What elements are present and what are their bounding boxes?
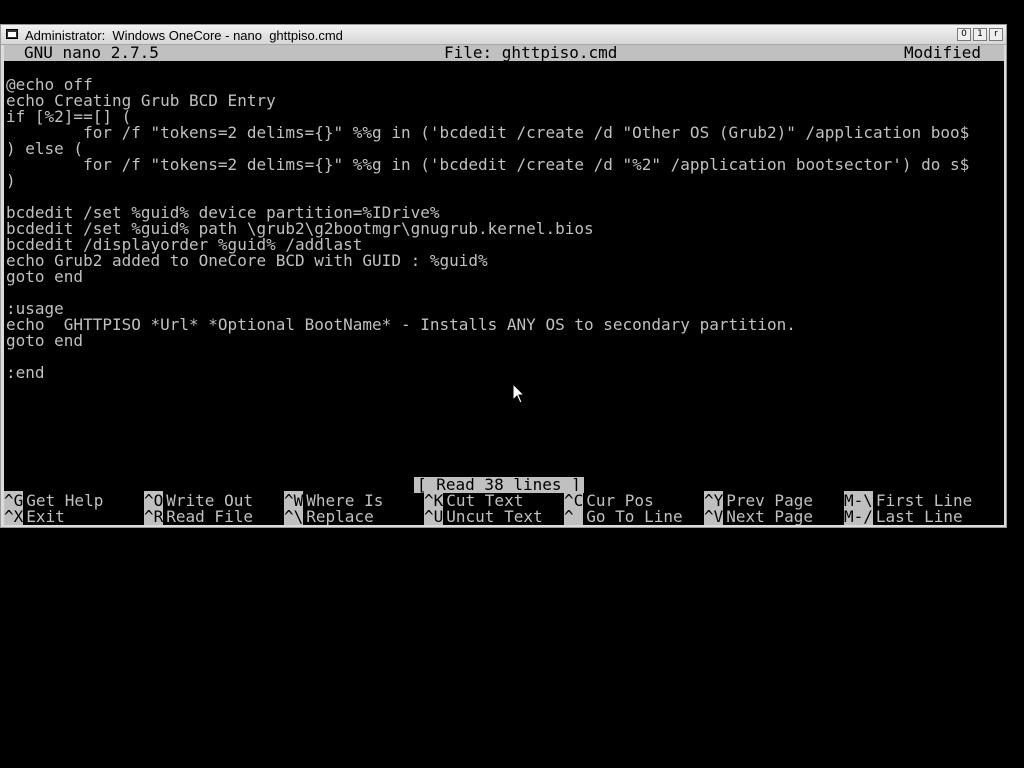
shortcut-item[interactable]: M-/Last Line [844, 507, 963, 525]
mouse-pointer-icon [512, 383, 526, 404]
shortcut-item[interactable]: ^X Exit [4, 507, 65, 525]
editor-line[interactable]: goto end [6, 333, 1002, 349]
shortcut-label: Last Line [875, 507, 963, 525]
nano-modified-flag: Modified [904, 45, 982, 62]
minimize-button[interactable]: 0 [957, 28, 971, 41]
editor-line[interactable] [6, 349, 1002, 365]
shortcut-item[interactable]: ^_ Go To Line [564, 507, 683, 525]
shortcut-key: ^V [704, 507, 724, 525]
editor-line[interactable]: for /f "tokens=2 delims={}" %%g in ('bcd… [6, 157, 1002, 173]
window-controls: 0 1 r [957, 28, 1003, 41]
terminal-area[interactable]: GNU nano 2.7.5 File: ghttpiso.cmd Modifi… [4, 45, 1004, 525]
nano-header: GNU nano 2.7.5 File: ghttpiso.cmd Modifi… [4, 45, 1004, 61]
shortcut-key: ^X [4, 507, 24, 525]
editor-line[interactable]: echo Grub2 added to OneCore BCD with GUI… [6, 253, 1002, 269]
window-titlebar[interactable]: Administrator: Windows OneCore - nano gh… [1, 25, 1006, 45]
editor-line[interactable]: :end [6, 365, 1002, 381]
shortcut-label: Read File [166, 507, 253, 525]
shortcut-key: ^_ [564, 507, 584, 525]
shortcut-bar: ^G Get Help ^O Write Out ^W Where Is ^K Cut Tex… [4, 491, 1004, 525]
window-title: Administrator: Windows OneCore - nano gh… [25, 28, 343, 43]
shortcut-item[interactable]: ^U Uncut Text [424, 507, 543, 525]
shortcut-label: Exit [26, 507, 65, 525]
shortcut-key: M-/ [844, 507, 873, 525]
shortcut-label: Replace [306, 507, 374, 525]
nano-version: GNU nano 2.7.5 [24, 45, 159, 62]
editor-line[interactable]: ) [6, 173, 1002, 189]
editor-line[interactable]: echo GHTTPISO *Url* *Optional BootName* … [6, 317, 1002, 333]
shortcut-key: ^U [424, 507, 444, 525]
shortcut-item[interactable]: ^\ Replace [284, 507, 374, 525]
editor-line[interactable]: for /f "tokens=2 delims={}" %%g in ('bcd… [6, 125, 1002, 141]
shortcut-label: Uncut Text [446, 507, 543, 525]
shortcut-item[interactable]: ^R Read File [144, 507, 253, 525]
console-window: Administrator: Windows OneCore - nano gh… [0, 24, 1007, 528]
nano-filename: File: ghttpiso.cmd [444, 45, 618, 62]
maximize-button[interactable]: 1 [973, 28, 987, 41]
editor-line[interactable] [6, 285, 1002, 301]
shortcut-label: Next Page [726, 507, 813, 525]
shortcut-label: Go To Line [586, 507, 683, 525]
shortcut-row-2: ^X Exit ^R Read File ^\ Replace ^U Uncut Text ^_… [4, 507, 1004, 525]
console-app-icon[interactable] [6, 29, 18, 39]
editor-line[interactable]: goto end [6, 269, 1002, 285]
close-button[interactable]: r [989, 28, 1003, 41]
shortcut-key: ^\ [284, 507, 304, 525]
shortcut-item[interactable]: ^V Next Page [704, 507, 813, 525]
editor-line[interactable]: echo Creating Grub BCD Entry [6, 93, 1002, 109]
shortcut-key: ^R [144, 507, 164, 525]
editor-buffer[interactable]: @echo off echo Creating Grub BCD Entry if … [6, 77, 1002, 381]
